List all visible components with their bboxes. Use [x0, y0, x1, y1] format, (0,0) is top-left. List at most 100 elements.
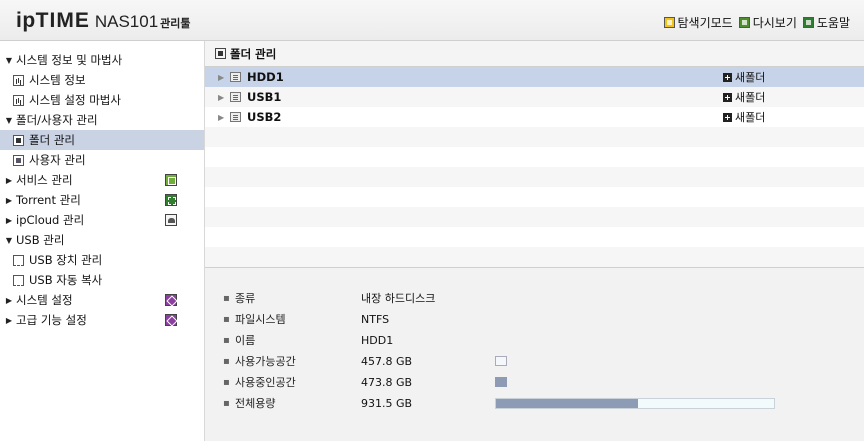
detail-value: 473.8 GB	[361, 375, 413, 389]
device-name: USB1	[247, 90, 282, 104]
logo-time: TIME	[35, 9, 90, 32]
folder-icon	[13, 134, 24, 146]
capacity-bar-fill	[496, 398, 638, 408]
plus-icon	[723, 72, 732, 82]
torrent-icon	[165, 194, 177, 206]
app-logo: ip TIME NAS101 관리툴	[16, 9, 191, 33]
explorer-mode-label: 탐색기모드	[677, 16, 733, 30]
cloud-icon	[165, 214, 177, 226]
settings-icon	[165, 294, 177, 306]
collapsed-triangle-icon: ▶	[5, 195, 13, 205]
help-label: 도움말	[816, 16, 850, 30]
collapsed-triangle-icon: ▶	[5, 295, 13, 305]
sidebar-group-label: 고급 기능 설정	[16, 313, 87, 327]
device-row-usb1[interactable]: ▶ USB1 새폴더	[205, 87, 864, 107]
empty-row	[205, 147, 864, 167]
panel-title-bar: 폴더 관리	[205, 41, 864, 67]
sidebar-item-usb-autocopy[interactable]: USB 자동 복사	[0, 270, 204, 290]
used-space-swatch	[495, 377, 507, 387]
detail-row-used: ▪ 사용중인공간 473.8 GB	[205, 372, 864, 392]
sidebar-item-label: 시스템 설정 마법사	[29, 93, 121, 107]
sidebar-item-label: 시스템 정보	[29, 73, 86, 87]
new-folder-button[interactable]: 새폴더	[723, 69, 765, 85]
device-name: USB2	[247, 110, 282, 124]
sidebar-item-system-info[interactable]: 시스템 정보	[0, 70, 204, 90]
page-title: 폴더 관리	[230, 46, 277, 61]
detail-row-name: ▪ 이름 HDD1	[205, 330, 864, 350]
collapsed-triangle-icon: ▶	[5, 215, 13, 225]
chart-icon	[13, 94, 24, 106]
sidebar-group-label: 시스템 설정	[16, 293, 73, 307]
sidebar-group-ipcloud[interactable]: ▶ ipCloud 관리	[0, 210, 204, 230]
device-row-hdd1[interactable]: ▶ HDD1 새폴더	[205, 67, 864, 87]
sidebar-group-advanced[interactable]: ▶ 고급 기능 설정	[0, 310, 204, 330]
sidebar-group-label: 폴더/사용자 관리	[16, 113, 98, 127]
detail-row-total: ▪ 전체용량 931.5 GB	[205, 393, 864, 413]
sidebar-group-label: Torrent 관리	[16, 193, 81, 207]
sidebar-group-torrent[interactable]: ▶ Torrent 관리	[0, 190, 204, 210]
sidebar-group-service[interactable]: ▶ 서비스 관리	[0, 170, 204, 190]
expanded-triangle-icon: ▼	[5, 235, 13, 245]
empty-row	[205, 187, 864, 207]
header-links: 탐색기모드 다시보기 도움말	[663, 14, 850, 31]
chart-icon	[13, 74, 24, 86]
device-details: ▪ 종류 내장 하드디스크 ▪ 파일시스템 NTFS ▪ 이름 HDD1 ▪ 사…	[205, 267, 864, 441]
refresh-label: 다시보기	[752, 16, 797, 30]
detail-row-type: ▪ 종류 내장 하드디스크	[205, 288, 864, 308]
usb-disk-icon	[230, 112, 241, 122]
collapsed-triangle-icon: ▶	[5, 175, 13, 185]
detail-key: 이름	[235, 334, 256, 347]
expand-triangle-icon[interactable]: ▶	[218, 73, 228, 82]
service-icon	[165, 174, 177, 186]
explorer-mode-icon	[663, 17, 675, 28]
sidebar-item-folder-management[interactable]: 폴더 관리	[0, 130, 204, 150]
detail-value: 내장 하드디스크	[361, 292, 436, 305]
sidebar-item-user-management[interactable]: 사용자 관리	[0, 150, 204, 170]
disk-icon	[230, 72, 241, 82]
sidebar-item-label: USB 자동 복사	[29, 273, 103, 287]
logo-suffix: 관리툴	[160, 17, 191, 30]
empty-row	[205, 247, 864, 267]
plus-icon	[723, 92, 732, 102]
bullet: ▪	[223, 313, 230, 325]
sidebar-item-usb-device[interactable]: USB 장치 관리	[0, 250, 204, 270]
logo-ip: ip	[16, 9, 36, 32]
sidebar-group-usb[interactable]: ▼ USB 관리	[0, 230, 204, 250]
sidebar-group-system-settings[interactable]: ▶ 시스템 설정	[0, 290, 204, 310]
new-folder-label: 새폴더	[735, 91, 766, 104]
explorer-mode-link[interactable]: 탐색기모드	[663, 14, 733, 31]
empty-row	[205, 167, 864, 187]
bullet: ▪	[223, 334, 230, 346]
bullet: ▪	[223, 292, 230, 304]
new-folder-button[interactable]: 새폴더	[723, 89, 765, 105]
sidebar-group-system-info[interactable]: ▼ 시스템 정보 및 마법사	[0, 50, 204, 70]
sidebar-group-label: 시스템 정보 및 마법사	[16, 53, 123, 67]
expand-triangle-icon[interactable]: ▶	[218, 93, 228, 102]
advanced-settings-icon	[165, 314, 177, 326]
detail-key: 종류	[235, 292, 256, 305]
user-icon	[13, 154, 24, 166]
sidebar-item-setup-wizard[interactable]: 시스템 설정 마법사	[0, 90, 204, 110]
new-folder-button[interactable]: 새폴더	[723, 109, 765, 125]
detail-row-filesystem: ▪ 파일시스템 NTFS	[205, 309, 864, 329]
new-folder-label: 새폴더	[735, 71, 766, 84]
sidebar-item-label: USB 장치 관리	[29, 253, 103, 267]
expand-triangle-icon[interactable]: ▶	[218, 113, 228, 122]
usb-disk-icon	[230, 92, 241, 102]
bullet: ▪	[223, 355, 230, 367]
bullet: ▪	[223, 397, 230, 409]
device-row-usb2[interactable]: ▶ USB2 새폴더	[205, 107, 864, 127]
refresh-link[interactable]: 다시보기	[738, 14, 797, 31]
expanded-triangle-icon: ▼	[5, 115, 13, 125]
free-space-swatch	[495, 356, 507, 366]
sidebar-group-folder-user[interactable]: ▼ 폴더/사용자 관리	[0, 110, 204, 130]
usb-icon	[13, 274, 24, 286]
usb-icon	[13, 254, 24, 266]
help-link[interactable]: 도움말	[802, 14, 850, 31]
empty-row	[205, 207, 864, 227]
sidebar-item-label: 폴더 관리	[29, 133, 75, 147]
app-header: ip TIME NAS101 관리툴 탐색기모드 다시보기 도움말	[0, 0, 864, 41]
empty-row	[205, 127, 864, 147]
sidebar-group-label: 서비스 관리	[16, 173, 73, 187]
detail-key: 전체용량	[235, 397, 276, 410]
